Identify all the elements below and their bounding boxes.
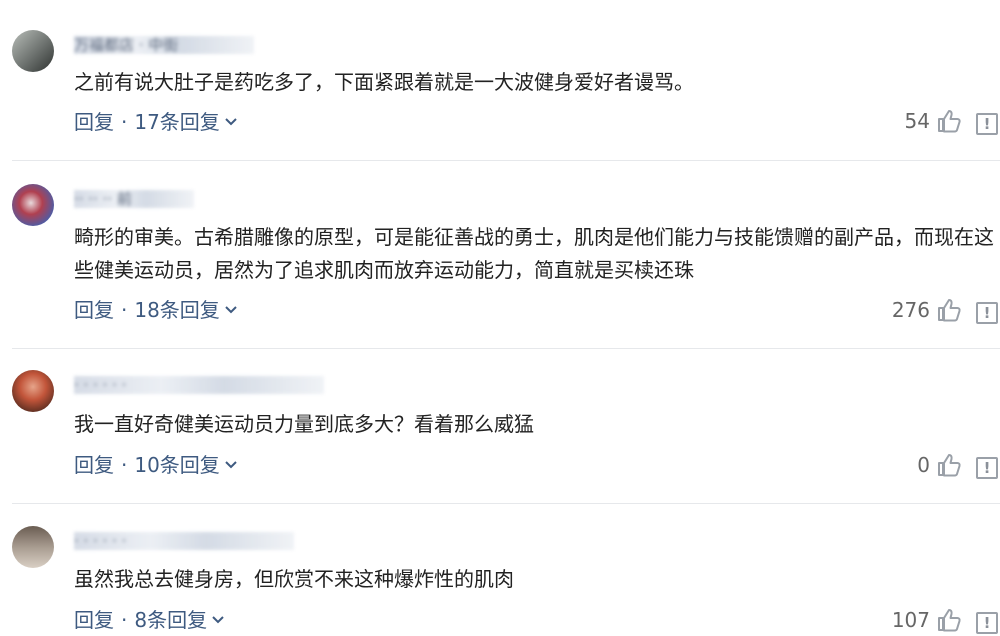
comment-text: 畸形的审美。古希腊雕像的原型，可是能征善战的勇士，肌肉是他们能力与技能馈赠的副产… (74, 225, 994, 282)
reply-button[interactable]: 回复 (74, 298, 114, 322)
divider (12, 503, 1000, 504)
comment-actions: 回复 · 17条回复 (74, 110, 238, 134)
avatar[interactable] (12, 370, 54, 412)
like-button[interactable]: 54 (905, 108, 962, 134)
separator: · (121, 110, 128, 134)
username[interactable]: · · · · · · (74, 532, 294, 550)
view-replies-label: 18条回复 (134, 298, 220, 322)
like-count: 276 (891, 298, 930, 322)
username[interactable]: ·· ·· ·· 前 (74, 190, 194, 208)
like-count: 54 (904, 109, 930, 133)
divider (12, 160, 1000, 161)
chevron-down-icon (225, 118, 237, 126)
like-button[interactable]: 276 (892, 297, 962, 323)
avatar[interactable] (12, 184, 54, 226)
thumbs-up-icon (938, 110, 961, 133)
chevron-down-icon (225, 461, 237, 469)
separator: · (121, 608, 128, 632)
reply-button[interactable]: 回复 (74, 608, 114, 632)
like-count: 0 (917, 453, 930, 477)
report-icon[interactable]: ! (976, 457, 998, 479)
avatar[interactable] (12, 526, 54, 568)
divider (12, 348, 1000, 349)
chevron-down-icon (225, 306, 237, 314)
username[interactable]: 万福都店 · 中街 (74, 36, 254, 54)
comment-actions: 回复 · 8条回复 (74, 608, 225, 632)
view-replies-button[interactable]: 18条回复 (134, 298, 237, 322)
chevron-down-icon (212, 616, 224, 624)
like-count: 107 (891, 608, 930, 632)
reply-button[interactable]: 回复 (74, 110, 114, 134)
thumbs-up-icon (938, 299, 961, 322)
comment-actions: 回复 · 10条回复 (74, 453, 238, 477)
username[interactable]: · · · · · · (74, 376, 324, 394)
view-replies-button[interactable]: 8条回复 (134, 608, 225, 632)
comment-text: 之前有说大肚子是药吃多了，下面紧跟着就是一大波健身爱好者谩骂。 (74, 70, 694, 94)
view-replies-label: 8条回复 (134, 608, 208, 632)
separator: · (121, 298, 128, 322)
reply-button[interactable]: 回复 (74, 453, 114, 477)
comment-text: 我一直好奇健美运动员力量到底多大？看着那么威猛 (74, 412, 534, 436)
view-replies-label: 17条回复 (134, 110, 220, 134)
separator: · (121, 453, 128, 477)
view-replies-button[interactable]: 10条回复 (134, 453, 237, 477)
report-icon[interactable]: ! (976, 302, 998, 324)
comment-actions: 回复 · 18条回复 (74, 298, 238, 322)
view-replies-label: 10条回复 (134, 453, 220, 477)
avatar[interactable] (12, 30, 54, 72)
like-button[interactable]: 107 (892, 607, 962, 633)
report-icon[interactable]: ! (976, 612, 998, 634)
like-button[interactable]: 0 (917, 452, 962, 478)
view-replies-button[interactable]: 17条回复 (134, 110, 237, 134)
thumbs-up-icon (938, 454, 961, 477)
comment-text: 虽然我总去健身房，但欣赏不来这种爆炸性的肌肉 (74, 567, 514, 591)
thumbs-up-icon (938, 609, 961, 632)
report-icon[interactable]: ! (976, 113, 998, 135)
